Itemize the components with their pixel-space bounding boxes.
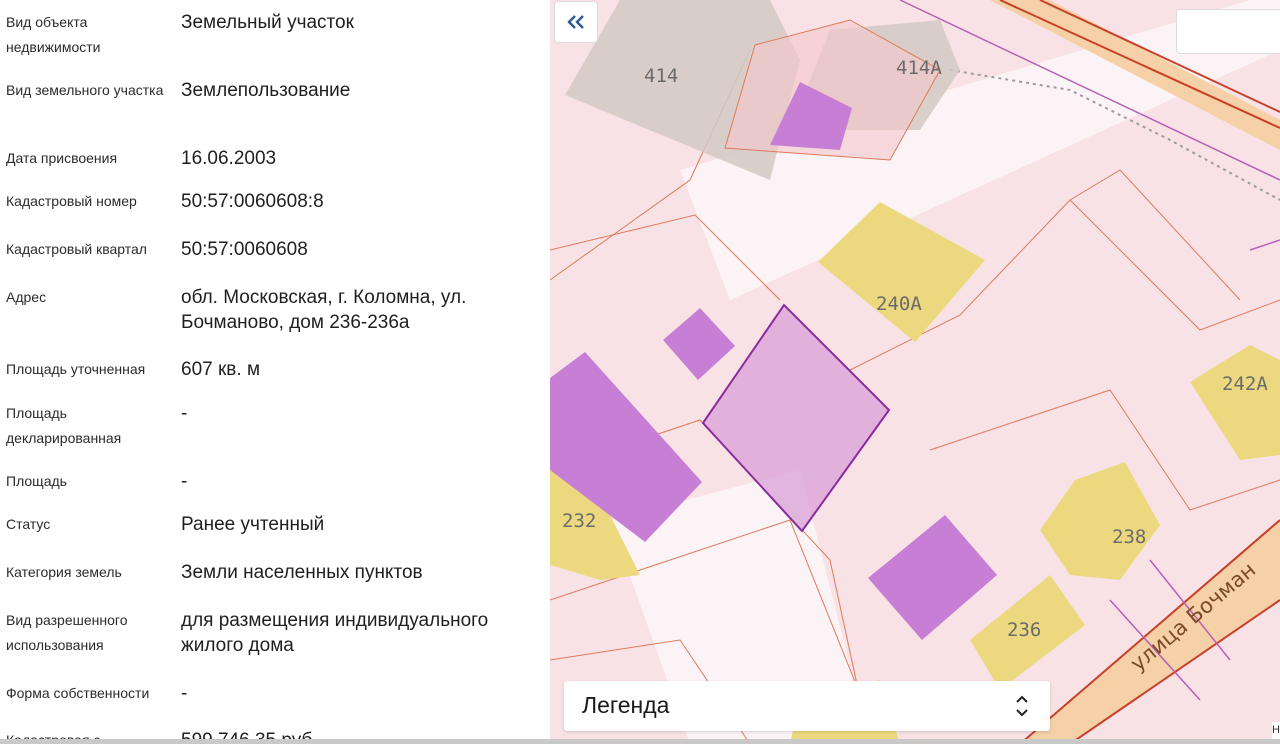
info-value: - [181,471,188,492]
label-232: 232 [562,510,596,532]
label-242a: 242А [1222,373,1268,395]
info-value: 607 кв. м [181,359,261,380]
map-search-input[interactable] [1176,9,1280,54]
corner-mark: H [1272,722,1280,739]
info-value: Земельный участок [181,12,354,33]
info-label: Кадастровый номер [6,193,137,209]
cadastral-map[interactable]: 414 414А 240А 242А 232 238 236 улица Боч… [550,0,1280,744]
info-label: Дата присвоения [6,150,118,166]
info-value: Землепользование [181,80,351,101]
info-label: Категория земель [6,564,122,580]
info-label: Вид объекта недвижимости [6,14,101,55]
info-label: Кадастровый квартал [6,241,147,257]
info-value: 50:57:0060608:8 [181,191,324,212]
info-label: Адрес [6,289,47,305]
info-value: - [181,683,188,704]
label-414: 414 [644,65,678,87]
info-label: Площадь уточненная [6,361,146,377]
label-238: 238 [1112,526,1146,548]
bottom-scrollbar[interactable] [0,739,1280,744]
info-value: Земли населенных пунктов [181,562,423,583]
label-414a: 414А [896,57,942,79]
chevron-up-down-icon[interactable] [1014,694,1030,718]
info-label: Площадь декларированная [6,405,122,446]
collapse-panel-button[interactable] [554,1,598,43]
label-236: 236 [1007,619,1041,641]
double-chevron-left-icon [567,15,584,29]
info-value: 50:57:0060608 [181,239,308,260]
info-value: - [181,403,188,424]
legend-panel[interactable]: Легенда [564,681,1050,731]
info-panel: Вид объекта недвижимости Земельный участ… [0,0,550,744]
map-canvas[interactable]: 414 414А 240А 242А 232 238 236 улица Боч… [550,0,1280,744]
info-value: обл. Московская, г. Коломна, ул. Бочмано… [181,287,467,333]
info-label: Статус [6,516,51,532]
label-240a: 240А [876,293,922,315]
legend-title: Легенда [582,692,670,718]
info-label: Площадь [6,473,67,489]
info-value: Ранее учтенный [181,514,325,535]
info-label: Форма собственности [6,685,150,701]
info-value: для размещения индивидуального жилого до… [181,610,489,656]
info-value: 16.06.2003 [181,148,277,169]
info-label: Вид земельного участка [6,82,164,98]
info-label: Вид разрешенного использования [6,612,128,653]
